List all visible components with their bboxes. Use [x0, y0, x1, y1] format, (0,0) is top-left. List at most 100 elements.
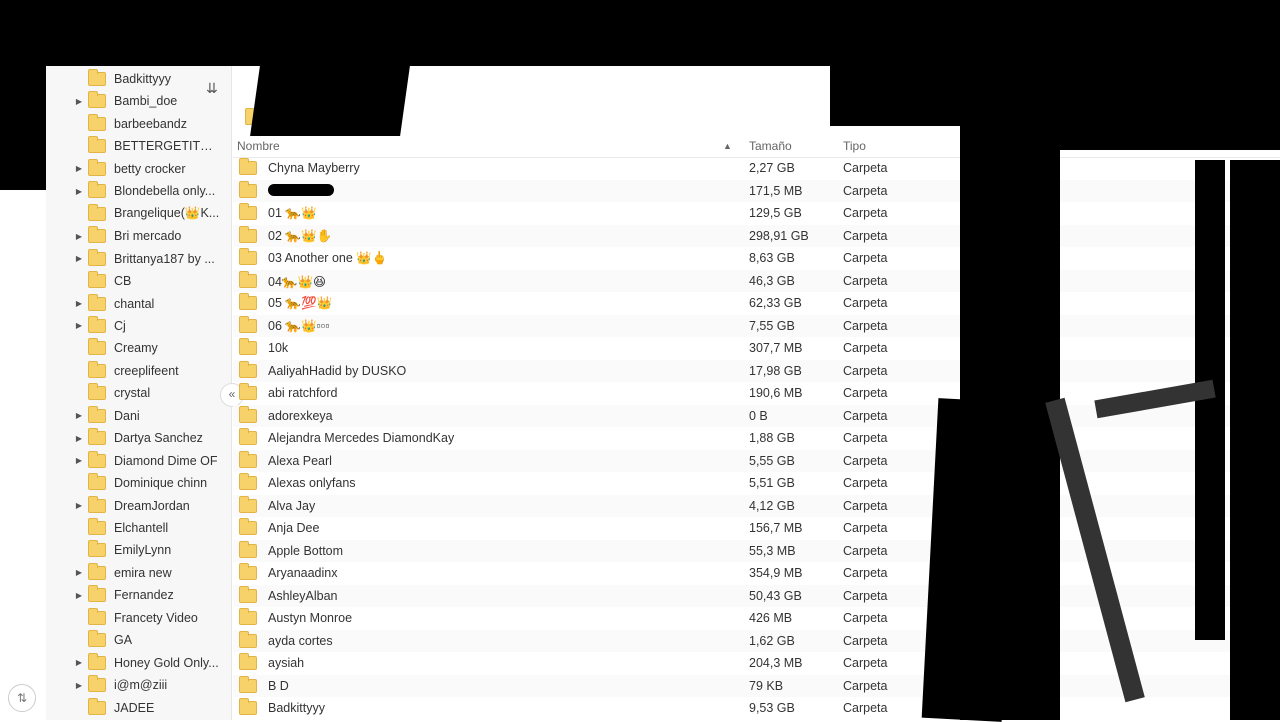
sidebar-item[interactable]: Badkittyyy [46, 68, 231, 90]
file-name[interactable]: Alejandra Mercedes DiamondKay [268, 431, 454, 445]
file-type: Carpeta [843, 161, 888, 175]
sidebar-item[interactable]: ▶ Honey Gold Only... [46, 652, 231, 674]
file-name[interactable]: ayda cortes [268, 634, 333, 648]
sort-icon[interactable]: ⇊ [206, 80, 218, 97]
expand-arrow-icon[interactable]: ▶ [72, 97, 86, 106]
folder-icon [239, 293, 257, 310]
file-name[interactable]: Alexa Pearl [268, 454, 332, 468]
expand-arrow-icon[interactable]: ▶ [72, 164, 86, 173]
file-name[interactable]: AaliyahHadid by DUSKO [268, 364, 406, 378]
file-name[interactable]: AshleyAlban [268, 589, 338, 603]
file-name[interactable]: Alva Jay [268, 499, 315, 513]
expand-arrow-icon[interactable]: ▶ [72, 187, 86, 196]
sidebar-item[interactable]: GA [46, 629, 231, 651]
sidebar-item[interactable]: ▶ Bri mercado [46, 225, 231, 247]
sidebar-item[interactable]: ▶ emira new [46, 562, 231, 584]
table-row[interactable]: 04🐆👑😆 46,3 GB Carpeta [233, 269, 1280, 292]
expand-arrow-icon[interactable]: ▶ [72, 434, 86, 443]
file-name[interactable]: Badkittyyy [268, 701, 325, 715]
table-row[interactable]: Badkittyyy 9,53 GB Carpeta [233, 697, 1280, 720]
expand-arrow-icon[interactable]: ▶ [72, 411, 86, 420]
sidebar-item[interactable]: Francety Video [46, 607, 231, 629]
expand-arrow-icon[interactable]: ▶ [72, 299, 86, 308]
expand-arrow-icon[interactable]: ▶ [72, 501, 86, 510]
table-row[interactable]: Anja Dee 156,7 MB Carpeta [233, 517, 1280, 540]
file-name[interactable]: abi ratchford [268, 386, 337, 400]
table-row[interactable]: 03 Another one 👑🖕 8,63 GB Carpeta [233, 247, 1280, 270]
expand-arrow-icon[interactable]: ▶ [72, 658, 86, 667]
sidebar-item[interactable]: ▶ Bambi_doe [46, 90, 231, 112]
file-size: 156,7 MB [749, 521, 803, 535]
file-name[interactable]: Alexas onlyfans [268, 476, 356, 490]
sidebar-item[interactable]: ▶ betty crocker [46, 158, 231, 180]
file-name[interactable]: Austyn Monroe [268, 611, 352, 625]
table-row[interactable]: 171,5 MB Carpeta [233, 179, 1280, 202]
table-row[interactable]: Alexas onlyfans 5,51 GB Carpeta [233, 472, 1280, 495]
file-name[interactable]: adorexkeya [268, 409, 333, 423]
file-name[interactable]: 03 Another one 👑🖕 [268, 251, 387, 266]
sidebar-item[interactable]: crystal [46, 382, 231, 404]
sidebar-item[interactable]: BETTERGETITRI... [46, 135, 231, 157]
file-name[interactable]: 01 🐆👑 [268, 206, 317, 221]
sidebar-item[interactable]: Dominique chinn [46, 472, 231, 494]
table-row[interactable]: AaliyahHadid by DUSKO 17,98 GB Carpeta [233, 359, 1280, 382]
file-name[interactable]: 10k [268, 341, 288, 355]
table-row[interactable]: 10k 307,7 MB Carpeta [233, 337, 1280, 360]
file-name[interactable]: aysiah [268, 656, 304, 670]
column-name-header[interactable]: Nombre [237, 139, 280, 153]
table-row[interactable]: 06 🐆👑▫▫▫ 7,55 GB Carpeta [233, 314, 1280, 337]
sidebar-item[interactable]: barbeebandz [46, 113, 231, 135]
table-row[interactable]: AshleyAlban 50,43 GB Carpeta [233, 584, 1280, 607]
file-name[interactable]: Apple Bottom [268, 544, 343, 558]
sidebar-item[interactable]: ▶ Cj [46, 315, 231, 337]
expand-arrow-icon[interactable]: ▶ [72, 254, 86, 263]
expand-arrow-icon[interactable]: ▶ [72, 456, 86, 465]
sidebar-item[interactable]: ▶ Dartya Sanchez [46, 427, 231, 449]
sidebar-item[interactable]: JADEE [46, 697, 231, 719]
sidebar-item[interactable]: Creamy [46, 337, 231, 359]
sidebar-item[interactable]: ▶ Brittanya187 by ... [46, 248, 231, 270]
sidebar-item[interactable]: Brangelique(👑K... [46, 203, 231, 225]
table-row[interactable]: Apple Bottom 55,3 MB Carpeta [233, 539, 1280, 562]
expand-arrow-icon[interactable]: ▶ [72, 591, 86, 600]
sidebar-item[interactable]: ▶ Dani [46, 405, 231, 427]
file-name[interactable]: 02 🐆👑✋ [268, 229, 332, 244]
file-name[interactable]: Anja Dee [268, 521, 319, 535]
file-name[interactable]: Aryanaadinx [268, 566, 338, 580]
sort-asc-icon[interactable]: ▲ [723, 141, 732, 151]
sidebar-item[interactable]: ▶ Fernandez [46, 584, 231, 606]
file-type: Carpeta [843, 701, 888, 715]
table-row[interactable]: 02 🐆👑✋ 298,91 GB Carpeta [233, 224, 1280, 247]
column-type-header[interactable]: Tipo [843, 139, 866, 153]
file-name[interactable]: B D [268, 679, 289, 693]
file-name[interactable]: 05 🐆💯👑 [268, 296, 332, 311]
folder-icon [88, 562, 106, 580]
sidebar-item[interactable]: Elchantell [46, 517, 231, 539]
table-row[interactable]: 01 🐆👑 129,5 GB Carpeta [233, 202, 1280, 225]
expand-arrow-icon[interactable]: ▶ [72, 321, 86, 330]
table-row[interactable]: Alejandra Mercedes DiamondKay 1,88 GB Carp… [233, 427, 1280, 450]
sidebar-item[interactable]: ▶ Blondebella only... [46, 180, 231, 202]
expand-arrow-icon[interactable]: ▶ [72, 232, 86, 241]
file-name[interactable]: 06 🐆👑▫▫▫ [268, 319, 330, 334]
file-name[interactable]: 04🐆👑😆 [268, 274, 326, 290]
table-row[interactable]: 05 🐆💯👑 62,33 GB Carpeta [233, 292, 1280, 315]
file-name[interactable]: Chyna Mayberry [268, 161, 360, 175]
expand-arrow-icon[interactable]: ▶ [72, 568, 86, 577]
table-row[interactable]: Chyna Mayberry 2,27 GB Carpeta [233, 157, 1280, 180]
expand-arrow-icon[interactable]: ▶ [72, 681, 86, 690]
folder-icon [88, 450, 106, 468]
table-row[interactable]: Aryanaadinx 354,9 MB Carpeta [233, 562, 1280, 585]
folder-icon [88, 158, 106, 176]
sidebar-item[interactable]: CB [46, 270, 231, 292]
sidebar-item[interactable]: EmilyLynn [46, 539, 231, 561]
sidebar-item[interactable]: ▶ Diamond Dime OF [46, 450, 231, 472]
table-row[interactable]: Alva Jay 4,12 GB Carpeta [233, 494, 1280, 517]
column-size-header[interactable]: Tamaño [749, 139, 792, 153]
sidebar-item[interactable]: ▶ chantal [46, 293, 231, 315]
sidebar-item[interactable]: ▶ i@m@ziii [46, 674, 231, 696]
sidebar-item[interactable]: creeplifeent [46, 360, 231, 382]
sidebar-item[interactable]: ▶ DreamJordan [46, 495, 231, 517]
refresh-icon[interactable]: ⇅ [8, 684, 36, 712]
table-row[interactable]: Alexa Pearl 5,55 GB Carpeta [233, 449, 1280, 472]
